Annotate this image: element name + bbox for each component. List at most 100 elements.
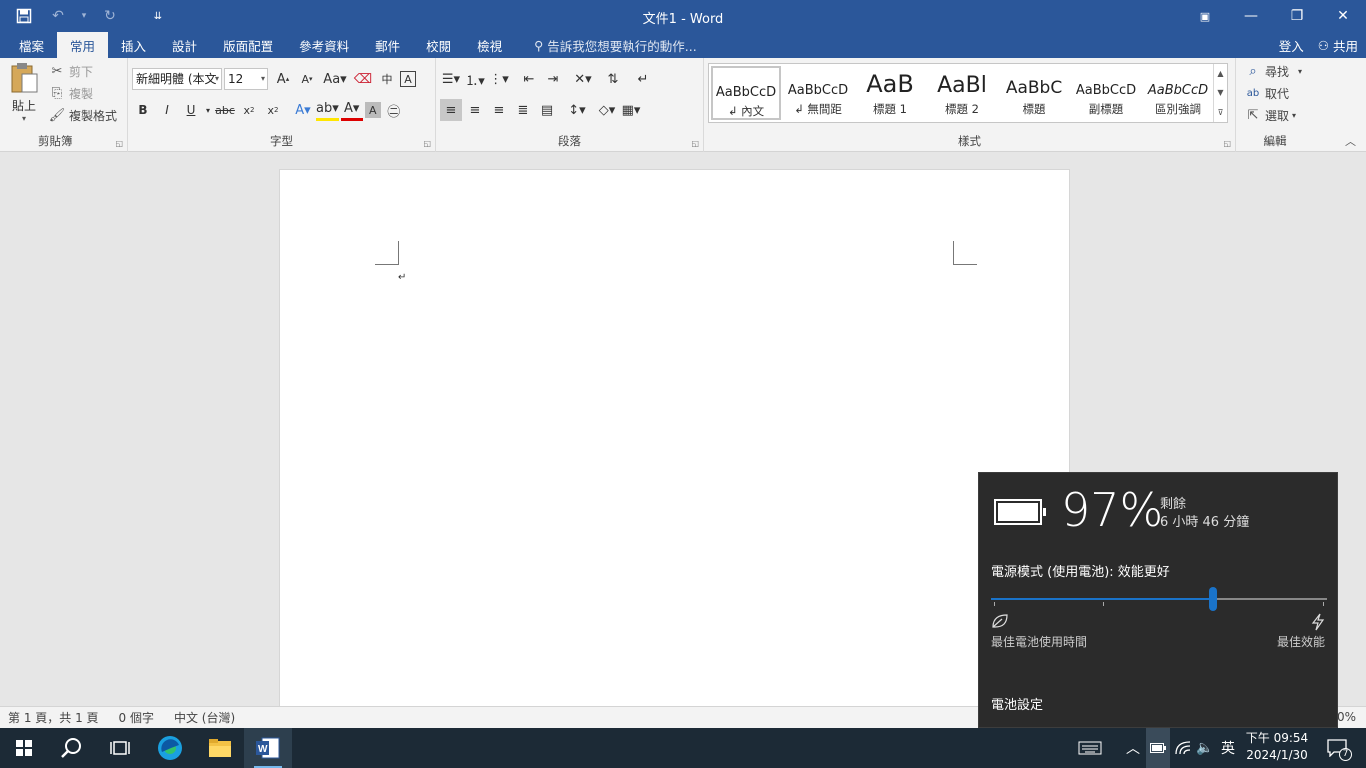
scroll-down-icon[interactable]: ▼: [1217, 88, 1223, 97]
cut-button[interactable]: ✂ 剪下: [48, 60, 117, 82]
ribbon: 貼上 ▾ ✂ 剪下 ⎘ 複製 🖌 複製格式 剪貼簿 ◱ 新細明體 (本文 ▾ 12 ▾ A…: [0, 58, 1366, 152]
multilevel-list-icon[interactable]: ⋮▾: [488, 68, 510, 90]
format-painter-button[interactable]: 🖌 複製格式: [48, 104, 117, 126]
subscript-button[interactable]: x2: [238, 99, 260, 121]
superscript-button[interactable]: x2: [262, 99, 284, 121]
chevron-down-icon: ▾: [1298, 66, 1303, 76]
align-center-icon[interactable]: ≡: [464, 99, 486, 121]
paste-button[interactable]: 貼上 ▾: [6, 62, 42, 126]
search-button[interactable]: [48, 728, 96, 768]
text-effects-icon[interactable]: A▾: [292, 99, 314, 121]
tell-me-box[interactable]: ⚲ 告訴我您想要執行的動作...: [521, 32, 710, 58]
justify-icon[interactable]: ≣: [512, 99, 534, 121]
enclose-characters-icon[interactable]: ㊁: [383, 99, 405, 121]
decrease-indent-icon[interactable]: ⇤: [518, 68, 540, 90]
restore-button[interactable]: ❐: [1274, 0, 1320, 32]
tab-home[interactable]: 常用: [57, 32, 109, 58]
style-heading-1[interactable]: AaB 標題 1: [855, 66, 925, 120]
word-taskbar-button[interactable]: W: [244, 728, 292, 768]
underline-button[interactable]: U: [180, 99, 202, 121]
share-button[interactable]: ⚇ 共用: [1318, 36, 1358, 55]
scroll-up-icon[interactable]: ▲: [1217, 69, 1223, 78]
tab-mailings[interactable]: 郵件: [362, 32, 413, 58]
file-explorer-button[interactable]: [196, 728, 244, 768]
tab-design[interactable]: 設計: [159, 32, 210, 58]
copy-button[interactable]: ⎘ 複製: [48, 82, 117, 104]
style-no-spacing[interactable]: AaBbCcD ↲ 無間距: [783, 66, 853, 120]
bullets-icon[interactable]: ☰▾: [440, 68, 462, 90]
style-subtle-emphasis[interactable]: AaBbCcD 區別強調: [1143, 66, 1213, 120]
tab-review[interactable]: 校閱: [413, 32, 464, 58]
tab-file[interactable]: 檔案: [6, 32, 57, 58]
font-color-icon[interactable]: A▾: [340, 99, 363, 121]
ime-indicator[interactable]: 英: [1216, 728, 1240, 768]
style-heading-2[interactable]: AaBl 標題 2: [927, 66, 997, 120]
grow-font-icon[interactable]: A ▴: [272, 68, 294, 90]
copy-icon: ⎘: [51, 85, 63, 101]
word-count[interactable]: 0 個字: [119, 709, 154, 726]
battery-tray-icon[interactable]: [1146, 728, 1170, 768]
replace-button[interactable]: ab 取代: [1244, 82, 1302, 104]
collapse-ribbon-icon[interactable]: ︿: [1345, 133, 1356, 149]
style-subtitle[interactable]: AaBbCcD 副標題: [1071, 66, 1141, 120]
paste-dropdown-icon[interactable]: ▾: [6, 114, 42, 123]
signin-link[interactable]: 登入: [1279, 36, 1304, 55]
styles-launcher-icon[interactable]: ◱: [1223, 139, 1231, 148]
close-button[interactable]: ✕: [1320, 0, 1366, 32]
volume-muted-icon[interactable]: 🔈: [1194, 728, 1216, 768]
task-view-button[interactable]: [96, 728, 144, 768]
tab-layout[interactable]: 版面配置: [210, 32, 286, 58]
paragraph-launcher-icon[interactable]: ◱: [691, 139, 699, 148]
font-name-box[interactable]: 新細明體 (本文 ▾: [132, 68, 222, 90]
font-size-box[interactable]: 12 ▾: [224, 68, 268, 90]
style-title[interactable]: AaBbC 標題: [999, 66, 1069, 120]
highlight-color-icon[interactable]: ab▾: [316, 99, 339, 121]
touch-keyboard-icon[interactable]: [1072, 728, 1108, 768]
minimize-button[interactable]: —: [1228, 0, 1274, 32]
more-styles-icon[interactable]: ⊽: [1218, 108, 1224, 117]
clipboard-launcher-icon[interactable]: ◱: [115, 139, 123, 148]
page-count[interactable]: 第 1 頁，共 1 頁: [8, 709, 99, 726]
character-border-icon[interactable]: A: [400, 71, 416, 87]
align-left-icon[interactable]: ≡: [440, 99, 462, 121]
zoom-level[interactable]: 0%: [1337, 710, 1356, 724]
document-page[interactable]: ↵: [279, 169, 1070, 709]
font-launcher-icon[interactable]: ◱: [423, 139, 431, 148]
tab-insert[interactable]: 插入: [108, 32, 159, 58]
battery-settings-link[interactable]: 電池設定: [991, 694, 1043, 713]
style-normal[interactable]: AaBbCcD ↲ 內文: [711, 66, 781, 120]
action-center-button[interactable]: 7: [1318, 728, 1356, 768]
phonetic-guide-icon[interactable]: 中: [376, 68, 398, 90]
numbering-icon[interactable]: ⒈▾: [464, 68, 486, 90]
show-marks-icon[interactable]: ↵: [632, 68, 654, 90]
start-button[interactable]: [0, 728, 48, 768]
character-shading-icon[interactable]: A: [364, 102, 381, 118]
tab-view[interactable]: 檢視: [464, 32, 515, 58]
distributed-icon[interactable]: ▤: [536, 99, 558, 121]
edge-taskbar-button[interactable]: [146, 728, 194, 768]
align-right-icon[interactable]: ≡: [488, 99, 510, 121]
line-spacing-icon[interactable]: ↕▾: [566, 99, 588, 121]
slider-thumb[interactable]: [1208, 587, 1217, 611]
asian-layout-icon[interactable]: ✕▾: [572, 68, 594, 90]
increase-indent-icon[interactable]: ⇥: [542, 68, 564, 90]
clock[interactable]: 下午 09:54 2024/1/30: [1240, 730, 1314, 764]
change-case-icon[interactable]: Aa▾: [320, 68, 350, 90]
shading-icon[interactable]: ◇▾: [596, 99, 618, 121]
network-icon[interactable]: [1172, 728, 1194, 768]
power-mode-slider[interactable]: [991, 587, 1327, 611]
shrink-font-icon[interactable]: A ▾: [296, 68, 318, 90]
select-button[interactable]: ⇱ 選取 ▾: [1244, 104, 1302, 126]
find-button[interactable]: ⌕ 尋找 ▾: [1244, 60, 1302, 82]
clear-formatting-icon[interactable]: ⌫: [352, 68, 374, 90]
strikethrough-button[interactable]: abc: [214, 99, 236, 121]
sort-icon[interactable]: ⇅: [602, 68, 624, 90]
bold-button[interactable]: B: [132, 99, 154, 121]
language-indicator[interactable]: 中文 (台灣): [174, 709, 235, 726]
italic-button[interactable]: I: [156, 99, 178, 121]
underline-dropdown-icon[interactable]: ▾: [204, 99, 212, 121]
borders-icon[interactable]: ▦▾: [620, 99, 642, 121]
show-hidden-icons-icon[interactable]: ︿: [1122, 728, 1144, 768]
tab-references[interactable]: 參考資料: [286, 32, 362, 58]
ribbon-display-options-icon[interactable]: ▣: [1182, 0, 1228, 32]
